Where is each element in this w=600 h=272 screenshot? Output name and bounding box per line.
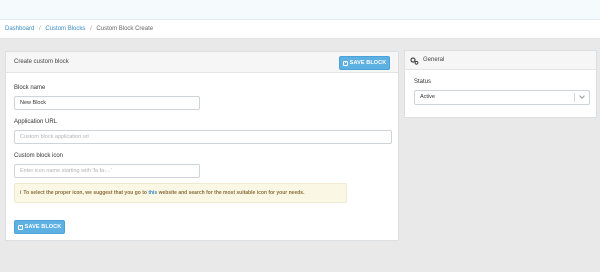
gear-icon [410, 57, 419, 65]
general-card-title: General [423, 57, 445, 63]
breadcrumb-separator: / [39, 26, 41, 32]
breadcrumb-custom-blocks[interactable]: Custom Blocks [45, 26, 85, 32]
general-card-header: General [405, 51, 596, 70]
breadcrumb-separator: / [90, 26, 92, 32]
status-selected-value: Active [420, 94, 435, 100]
notice-text-before: To select the proper icon, we suggest th… [23, 190, 149, 196]
icon-website-link[interactable]: this [148, 190, 157, 196]
application-url-input[interactable] [14, 130, 392, 144]
chevron-down-icon [579, 93, 585, 99]
save-button-label: SAVE BLOCK [349, 60, 387, 66]
breadcrumb: Dashboard / Custom Blocks / Custom Block… [0, 20, 600, 39]
card-title: Create custom block [14, 59, 69, 65]
block-name-input[interactable] [14, 96, 200, 110]
application-url-label: Application URL [14, 119, 58, 125]
status-label: Status [414, 79, 432, 85]
breadcrumb-current: Custom Block Create [96, 26, 154, 32]
breadcrumb-dashboard[interactable]: Dashboard [5, 26, 34, 32]
info-icon: i [20, 190, 22, 196]
general-card: General Status Active [404, 50, 597, 118]
save-button-label: SAVE BLOCK [24, 224, 62, 230]
top-navbar [0, 0, 600, 20]
block-icon-label: Custom block icon [14, 153, 64, 159]
status-select[interactable]: Active [414, 90, 590, 105]
block-name-label: Block name [14, 85, 46, 91]
save-icon [17, 224, 23, 230]
select-divider [574, 93, 575, 102]
save-block-button-top[interactable]: SAVE BLOCK [339, 56, 390, 70]
card-header: Create custom block SAVE BLOCK [6, 52, 398, 73]
notice-text-after: website and search for the most suitable… [157, 190, 305, 196]
create-block-card: Create custom block SAVE BLOCK Block nam… [5, 51, 399, 241]
save-block-button-bottom[interactable]: SAVE BLOCK [14, 220, 65, 234]
save-icon [342, 60, 348, 66]
block-icon-input[interactable] [14, 164, 200, 178]
icon-help-notice: i To select the proper icon, we suggest t… [14, 183, 347, 203]
